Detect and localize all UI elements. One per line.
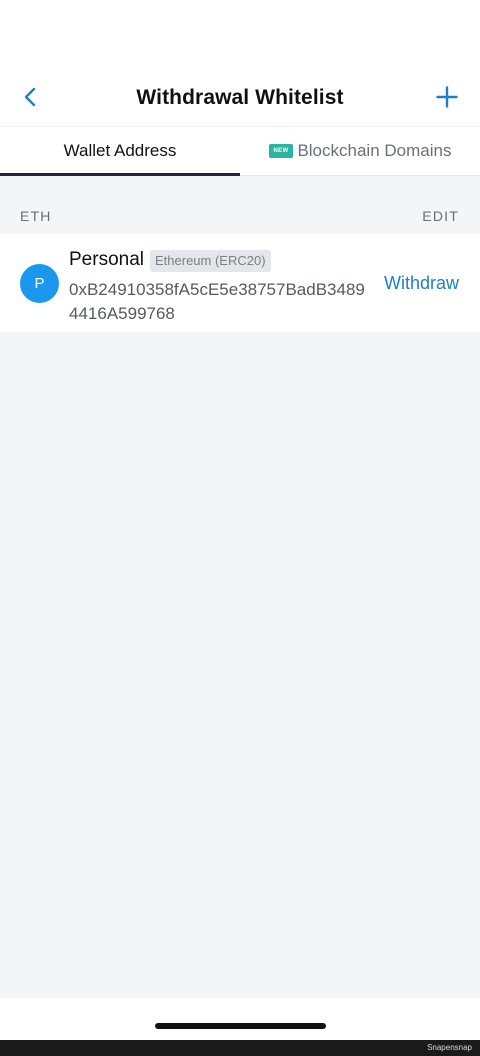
new-badge: NEW	[268, 144, 294, 158]
network-badge: Ethereum (ERC20)	[150, 250, 271, 272]
wallet-address: 0xB24910358fA5cE5e38757BadB34894416A5997…	[69, 280, 365, 323]
watermark-text: Snapensnap	[427, 1043, 472, 1052]
main-content: ETH EDIT P Personal Ethereum (ERC20) 0xB…	[0, 176, 480, 998]
status-bar	[0, 0, 480, 72]
tab-bar: Wallet Address NEW Blockchain Domains	[0, 126, 480, 176]
address-name: Personal	[69, 249, 144, 270]
section-label: ETH	[20, 208, 52, 224]
avatar: P	[20, 264, 59, 303]
bottom-area	[0, 998, 480, 1040]
list-item[interactable]: P Personal Ethereum (ERC20) 0xB24910358f…	[0, 234, 480, 332]
plus-icon	[436, 85, 458, 113]
tab-wallet-address[interactable]: Wallet Address	[0, 127, 240, 176]
page-title: Withdrawal Whitelist	[136, 86, 344, 109]
home-indicator	[155, 1023, 326, 1029]
add-address-button[interactable]	[430, 82, 464, 116]
tab-blockchain-domains[interactable]: NEW Blockchain Domains	[240, 127, 480, 175]
watermark-bar: Snapensnap	[0, 1040, 480, 1056]
avatar-letter: P	[34, 275, 45, 292]
withdraw-button[interactable]: Withdraw	[384, 273, 459, 294]
tab-label: Wallet Address	[63, 141, 177, 160]
edit-button[interactable]: EDIT	[422, 208, 459, 224]
navigation-bar: Withdrawal Whitelist	[0, 72, 480, 126]
tab-label: Blockchain Domains	[297, 141, 452, 160]
section-header: ETH EDIT	[0, 176, 480, 234]
